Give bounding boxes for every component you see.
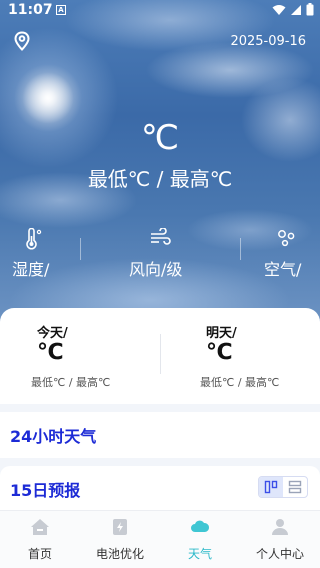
- status-time: 11:07: [8, 2, 53, 18]
- tab-personal-center[interactable]: 个人中心: [240, 511, 320, 568]
- metric-divider: [240, 238, 241, 260]
- tab-battery-optimize[interactable]: 电池优化: [80, 511, 160, 568]
- battery-icon: [113, 519, 127, 535]
- person-icon: [272, 519, 288, 535]
- tab-label: 首页: [27, 547, 52, 561]
- day-temperature: ℃: [206, 340, 233, 365]
- metric-divider: [80, 238, 81, 260]
- home-icon: [31, 519, 49, 535]
- list-view-button[interactable]: [283, 477, 307, 497]
- location-pin-icon[interactable]: [13, 31, 31, 51]
- hourly-weather-title: 24小时天气: [10, 427, 97, 446]
- fifteen-day-forecast-section: 15日预报: [0, 466, 320, 510]
- day-temp-range: 最低℃ / 最高℃: [31, 376, 111, 389]
- system-icons: [272, 3, 314, 16]
- air-quality-label: 空气/: [264, 260, 302, 279]
- tab-weather[interactable]: 天气: [160, 511, 240, 568]
- tab-home[interactable]: 首页: [0, 511, 80, 568]
- wind-icon: [151, 228, 171, 245]
- wind-label: 风向/级: [129, 260, 183, 279]
- day-temperature: ℃: [37, 340, 64, 365]
- tab-label: 个人中心: [255, 547, 304, 561]
- tab-label: 电池优化: [95, 547, 144, 561]
- bottom-tab-bar: 首页 电池优化 天气 个人中心: [0, 510, 320, 568]
- current-date: 2025-09-16: [230, 34, 306, 49]
- day-name: 今天/: [37, 326, 68, 341]
- current-temperature: ℃: [140, 118, 180, 158]
- air-quality-icon: [278, 230, 295, 247]
- status-bar: 11:07 A: [0, 0, 320, 22]
- day-temp-range: 最低℃ / 最高℃: [200, 376, 280, 389]
- notification-a-icon: A: [56, 5, 66, 15]
- two-day-forecast-card: 今天/ ℃ 最低℃ / 最高℃ 明天/ ℃ 最低℃ / 最高℃: [0, 308, 320, 404]
- cloud-icon: [191, 520, 210, 532]
- current-temp-range: 最低℃ / 最高℃: [87, 167, 233, 191]
- tab-label: 天气: [187, 547, 212, 561]
- day-today[interactable]: 今天/ ℃ 最低℃ / 最高℃: [0, 308, 160, 404]
- battery-status-icon: [306, 3, 314, 16]
- rows-icon: [288, 480, 302, 494]
- hourly-weather-section: 24小时天气: [0, 412, 320, 458]
- day-name: 明天/: [206, 326, 237, 341]
- column-view-button[interactable]: [259, 477, 283, 497]
- signal-icon: [291, 4, 301, 15]
- wifi-icon: [272, 4, 286, 15]
- view-mode-toggle: [258, 476, 308, 498]
- thermometer-icon: [26, 228, 42, 250]
- columns-icon: [264, 480, 278, 494]
- humidity-label: 湿度/: [12, 260, 50, 279]
- fifteen-day-title: 15日预报: [10, 481, 81, 500]
- day-tomorrow[interactable]: 明天/ ℃ 最低℃ / 最高℃: [160, 308, 320, 404]
